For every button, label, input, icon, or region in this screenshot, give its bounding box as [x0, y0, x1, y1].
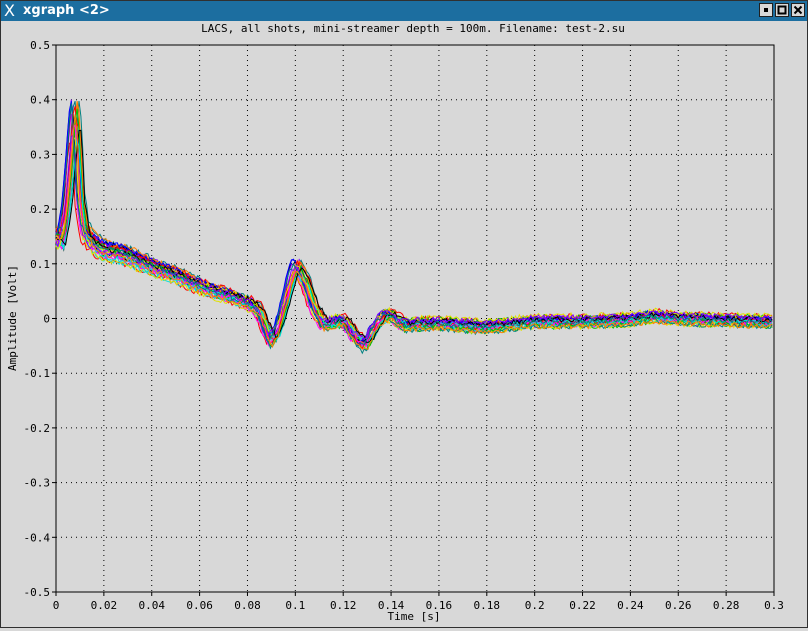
y-tick-label: -0.3 [24, 477, 51, 490]
trace-line [55, 103, 773, 345]
y-tick-label: 0.1 [30, 258, 50, 271]
x-tick-label: 0.24 [617, 599, 644, 612]
trace-line [55, 129, 773, 343]
trace-line [55, 136, 773, 339]
y-axis-label: Amplitude [Volt] [6, 265, 19, 371]
chart-title: LACS, all shots, mini-streamer depth = 1… [201, 22, 625, 35]
trace-line [55, 138, 773, 343]
x-tick-label: 0.18 [474, 599, 501, 612]
close-icon[interactable] [791, 3, 805, 17]
y-tick-label: 0.4 [30, 94, 50, 107]
x-tick-label: 0.06 [186, 599, 213, 612]
trace-line [55, 101, 773, 346]
trace-line [55, 119, 773, 346]
window-title: xgraph <2> [23, 3, 110, 18]
trace-line [55, 105, 773, 345]
x-tick-label: 0.12 [330, 599, 357, 612]
trace-line [55, 101, 773, 345]
y-tick-label: 0 [43, 313, 50, 326]
y-tick-label: -0.5 [24, 586, 51, 599]
x-tick-label: 0.3 [764, 599, 784, 612]
x-tick-label: 0.26 [665, 599, 692, 612]
x-tick-label: 0.28 [713, 599, 740, 612]
x-tick-label: 0.2 [525, 599, 545, 612]
y-tick-label: 0.3 [30, 148, 50, 161]
trace-line [55, 103, 773, 347]
trace-line [55, 121, 773, 342]
window-titlebar[interactable]: X xgraph <2> [1, 1, 807, 21]
trace-line [55, 108, 773, 348]
x-tick-label: 0.08 [234, 599, 261, 612]
xgraph-window: X xgraph <2> LACS, all shots, mini-strea… [0, 0, 808, 628]
trace-line [55, 103, 773, 345]
x-tick-label: 0.04 [138, 599, 165, 612]
trace-line [55, 104, 773, 345]
trace-line [55, 126, 773, 343]
y-tick-label: -0.1 [24, 367, 51, 380]
y-tick-label: 0.2 [30, 203, 50, 216]
y-tick-label: 0.5 [30, 39, 50, 52]
trace-line [55, 100, 773, 346]
trace-line [55, 99, 773, 346]
x-tick-label: 0.02 [91, 599, 118, 612]
maximize-icon[interactable] [775, 3, 789, 17]
chart-svg: LACS, all shots, mini-streamer depth = 1… [6, 22, 784, 623]
x-tick-label: 0 [53, 599, 60, 612]
trace-line [55, 140, 773, 342]
x-tick-label: 0.1 [285, 599, 305, 612]
minimize-icon[interactable] [759, 3, 773, 17]
chart-area: LACS, all shots, mini-streamer depth = 1… [1, 21, 807, 627]
y-tick-label: -0.2 [24, 422, 51, 435]
x-tick-label: 0.22 [569, 599, 596, 612]
trace-line [55, 133, 773, 340]
x-axis-label: Time [s] [388, 610, 441, 623]
x-logo-icon: X [4, 1, 15, 20]
y-tick-label: -0.4 [24, 531, 51, 544]
trace-line [55, 139, 773, 339]
